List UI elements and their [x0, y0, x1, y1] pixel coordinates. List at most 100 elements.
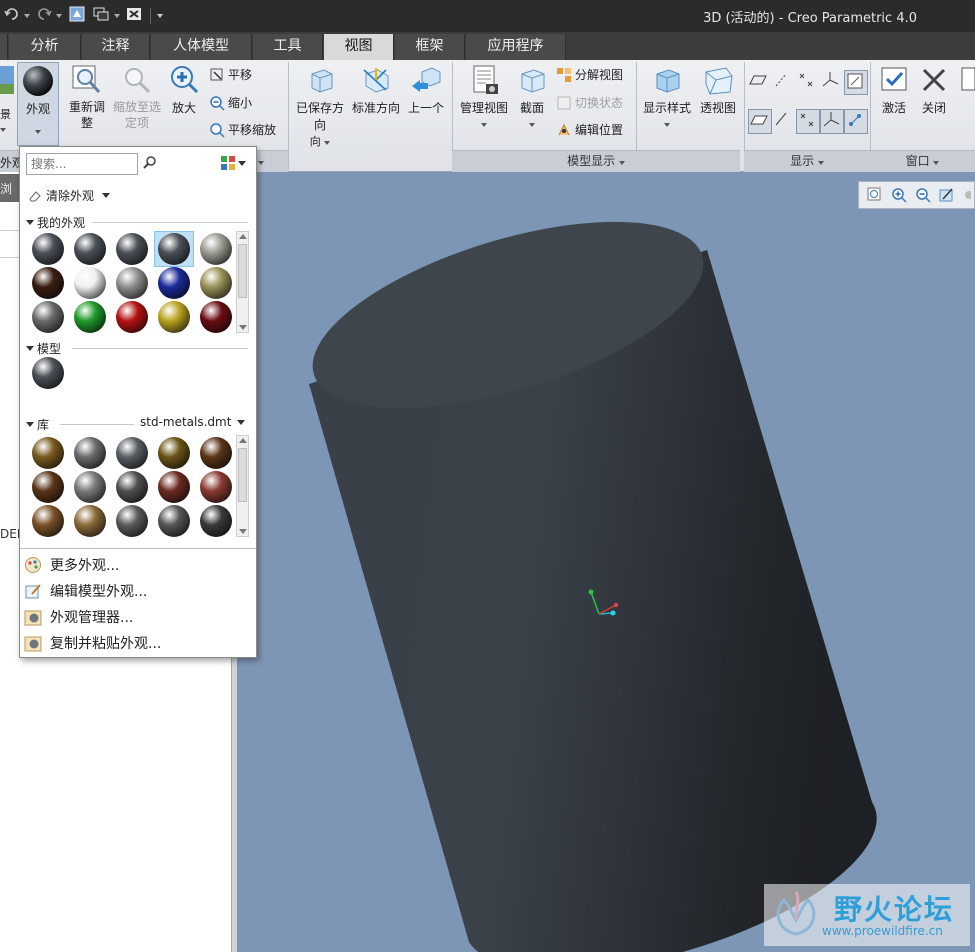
tab-tools[interactable]: 工具	[253, 34, 323, 60]
point-tag-icon[interactable]	[796, 109, 820, 134]
more-appearances-item[interactable]: 更多外观...	[24, 555, 119, 575]
appearance-swatch[interactable]	[116, 267, 148, 299]
appearance-swatch[interactable]	[158, 233, 190, 265]
appearance-swatch[interactable]	[200, 301, 232, 333]
manage-views-button[interactable]: 管理视图	[456, 64, 512, 130]
zoom-to-selected-button[interactable]: 缩放至选定项	[110, 64, 164, 131]
appearance-swatch[interactable]	[32, 471, 64, 503]
appearance-swatch[interactable]	[200, 505, 232, 537]
window-more-button[interactable]	[960, 64, 975, 99]
zoom-in-button[interactable]: 放大	[164, 64, 204, 116]
gallery-view-options-icon[interactable]	[220, 155, 246, 171]
close-window-icon[interactable]	[126, 6, 144, 26]
explode-view-button[interactable]: 分解视图	[556, 66, 623, 83]
tab-applications[interactable]: 应用程序	[466, 34, 566, 60]
tab-manikin[interactable]: 人体模型	[151, 34, 252, 60]
clear-appearance-button[interactable]: 清除外观	[28, 187, 111, 204]
customize-toolbar-icon[interactable]	[157, 14, 163, 18]
appearance-swatch[interactable]	[32, 233, 64, 265]
appearance-swatch[interactable]	[116, 301, 148, 333]
model-appearances-header[interactable]: 模型	[26, 340, 61, 357]
library-scrollbar[interactable]	[236, 435, 249, 537]
appearance-swatch[interactable]	[116, 437, 148, 469]
tab-frame[interactable]: 框架	[395, 34, 465, 60]
close-button[interactable]: 关闭	[914, 64, 954, 116]
perspective-button[interactable]: 透视图	[696, 64, 740, 116]
appearance-swatch[interactable]	[74, 267, 106, 299]
library-file-select[interactable]: std-metals.dmt	[140, 415, 246, 429]
windows-icon[interactable]	[92, 5, 112, 27]
tab-annotate[interactable]: 注释	[82, 34, 150, 60]
my-appearances-header[interactable]: 我的外观	[26, 214, 85, 231]
repaint-icon[interactable]	[939, 187, 955, 203]
library-header[interactable]: 库	[26, 416, 49, 433]
redo-icon[interactable]	[36, 6, 54, 26]
appearance-swatch[interactable]	[158, 471, 190, 503]
appearance-swatch[interactable]	[32, 437, 64, 469]
graphics-viewport[interactable]	[237, 172, 975, 952]
point-display-icon[interactable]	[796, 70, 820, 95]
plane-display-icon[interactable]	[748, 70, 772, 95]
group-display-label[interactable]: 显示	[744, 150, 870, 172]
csys-display-icon[interactable]	[820, 70, 844, 95]
csys-tag-icon[interactable]	[820, 109, 844, 134]
appearance-search-input[interactable]	[26, 153, 138, 175]
appearance-swatch[interactable]	[200, 267, 232, 299]
copy-paste-appearance-item[interactable]: 复制并粘贴外观...	[24, 633, 161, 653]
appearance-swatch[interactable]	[200, 233, 232, 265]
appearance-swatch[interactable]	[158, 267, 190, 299]
tab-analysis[interactable]: 分析	[9, 34, 81, 60]
annotation-display-icon[interactable]	[844, 70, 868, 95]
appearance-swatch[interactable]	[74, 301, 106, 333]
appearance-swatch[interactable]	[200, 437, 232, 469]
appearance-swatch[interactable]	[116, 505, 148, 537]
axis-tag-icon[interactable]	[772, 109, 796, 134]
plane-tag-icon[interactable]	[748, 109, 772, 134]
appearance-swatch[interactable]	[158, 505, 190, 537]
appearance-swatch[interactable]	[32, 267, 64, 299]
scene-button[interactable]	[0, 64, 16, 99]
appearance-swatch[interactable]	[32, 301, 64, 333]
saved-orientation-button[interactable]: 已保存方向 向	[292, 64, 348, 149]
zoom-out-icon[interactable]	[915, 187, 931, 203]
cylinder-model[interactable]	[237, 172, 975, 952]
refit-icon[interactable]	[867, 187, 883, 203]
zoom-in-icon[interactable]	[891, 187, 907, 203]
toggle-status-button[interactable]: 切换状态	[556, 94, 623, 111]
appearance-swatch[interactable]	[32, 505, 64, 537]
edit-position-button[interactable]: 编辑位置	[556, 121, 623, 138]
spin-center-icon[interactable]	[844, 109, 868, 134]
appearance-button[interactable]: 外观	[17, 62, 59, 146]
appearance-swatch[interactable]	[32, 357, 64, 389]
edit-model-appearances-item[interactable]: 编辑模型外观...	[24, 581, 147, 601]
appearance-swatch[interactable]	[74, 437, 106, 469]
zoom-out-button[interactable]: 缩小	[209, 94, 252, 111]
appearance-swatch[interactable]	[200, 471, 232, 503]
appearance-swatch[interactable]	[116, 471, 148, 503]
redo-dropdown-icon[interactable]	[56, 14, 62, 18]
tab-hidden-left[interactable]	[0, 34, 8, 60]
my-appearances-scrollbar[interactable]	[236, 231, 249, 333]
tab-view[interactable]: 视图	[324, 34, 394, 60]
appearance-swatch[interactable]	[158, 437, 190, 469]
windows-dropdown-icon[interactable]	[114, 14, 120, 18]
pan-button[interactable]: 平移	[209, 66, 252, 83]
appearance-swatch[interactable]	[116, 233, 148, 265]
group-model-display-label[interactable]: 模型显示	[452, 150, 740, 172]
group-window-label[interactable]: 窗口	[870, 150, 975, 172]
appearance-swatch[interactable]	[74, 233, 106, 265]
search-icon[interactable]	[142, 155, 158, 174]
regenerate-icon[interactable]	[68, 5, 88, 27]
undo-dropdown-icon[interactable]	[24, 14, 30, 18]
section-button[interactable]: 截面	[514, 64, 550, 130]
activate-button[interactable]: 激活	[874, 64, 914, 116]
appearance-swatch[interactable]	[74, 471, 106, 503]
appearance-manager-item[interactable]: 外观管理器...	[24, 607, 133, 627]
undo-icon[interactable]	[4, 6, 22, 26]
pan-zoom-button[interactable]: 平移缩放	[209, 121, 276, 138]
appearance-swatch[interactable]	[158, 301, 190, 333]
axis-display-icon[interactable]	[772, 70, 796, 95]
standard-orientation-button[interactable]: 标准方向	[350, 64, 402, 116]
appearance-swatch[interactable]	[74, 505, 106, 537]
previous-view-button[interactable]: 上一个	[404, 64, 448, 116]
